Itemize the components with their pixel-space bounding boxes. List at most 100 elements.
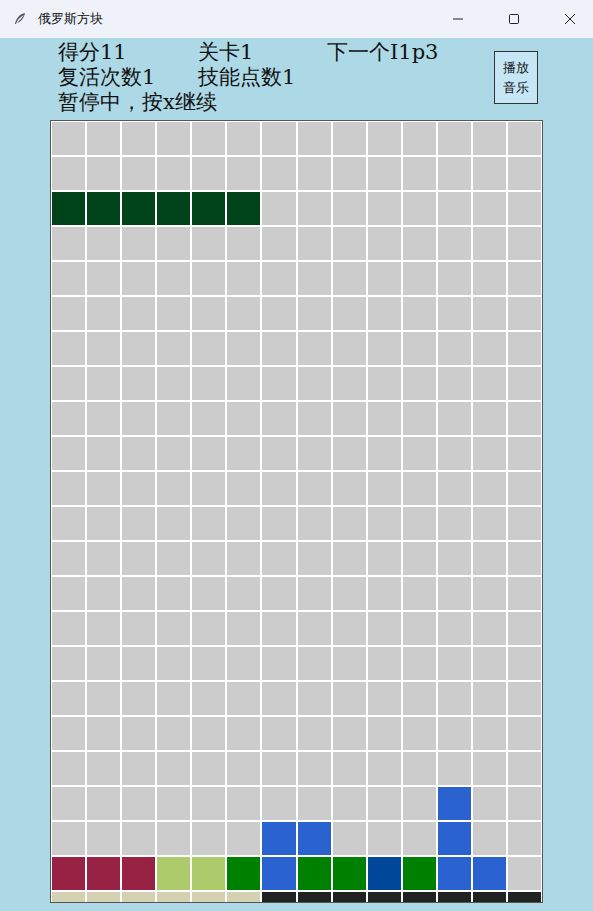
board-cell [333, 787, 366, 820]
board-cell [262, 437, 295, 470]
board-cell [192, 892, 225, 903]
board-cell [438, 297, 471, 330]
board-cell [438, 822, 471, 855]
board-cell [508, 892, 541, 903]
board-cell [52, 332, 85, 365]
board-cell [87, 157, 120, 190]
game-board [50, 120, 543, 903]
board-cell [508, 227, 541, 260]
board-cell [122, 647, 155, 680]
board-cell [192, 262, 225, 295]
board-cell [368, 332, 401, 365]
board-cell [298, 262, 331, 295]
board-cell [508, 332, 541, 365]
board-cell [298, 472, 331, 505]
board-cell [473, 402, 506, 435]
board-cell [508, 157, 541, 190]
board-cell [473, 717, 506, 750]
board-cell [298, 682, 331, 715]
board-cell [403, 682, 436, 715]
board-cell [157, 367, 190, 400]
board-cell [333, 472, 366, 505]
board-cell [403, 367, 436, 400]
board-cell [157, 787, 190, 820]
board-cell [473, 752, 506, 785]
board-cell [508, 507, 541, 540]
board-cell [52, 892, 85, 903]
board-cell [333, 507, 366, 540]
board-cell [403, 787, 436, 820]
board-cell [298, 367, 331, 400]
board-cell [438, 647, 471, 680]
board-cell [438, 402, 471, 435]
board-cell [122, 297, 155, 330]
board-cell [298, 402, 331, 435]
board-cell [438, 787, 471, 820]
board-cell [262, 892, 295, 903]
board-cell [508, 402, 541, 435]
board-cell [368, 192, 401, 225]
board-cell [122, 437, 155, 470]
close-button[interactable] [547, 0, 593, 38]
board-cell [87, 612, 120, 645]
board-cell [52, 647, 85, 680]
board-cell [368, 892, 401, 903]
maximize-button[interactable] [491, 0, 537, 38]
board-cell [438, 717, 471, 750]
board-cell [333, 822, 366, 855]
board-cell [333, 892, 366, 903]
board-cell [192, 682, 225, 715]
maximize-icon [508, 13, 520, 25]
board-cell [333, 332, 366, 365]
board-cell [262, 262, 295, 295]
board-cell [122, 262, 155, 295]
board-cell [227, 332, 260, 365]
board-cell [52, 192, 85, 225]
title-bar: 俄罗斯方块 [0, 0, 593, 38]
board-cell [298, 857, 331, 890]
board-cell [438, 192, 471, 225]
board-cell [122, 367, 155, 400]
board-cell [87, 472, 120, 505]
board-cell [333, 227, 366, 260]
board-cell [262, 507, 295, 540]
board-cell [368, 577, 401, 610]
board-cell [473, 647, 506, 680]
play-music-button[interactable]: 播放音乐 [494, 51, 538, 104]
board-cell [87, 752, 120, 785]
minimize-button[interactable] [435, 0, 481, 38]
board-cell [438, 122, 471, 155]
board-cell [508, 682, 541, 715]
board-cell [438, 612, 471, 645]
board-cell [403, 892, 436, 903]
board-cell [52, 122, 85, 155]
board-cell [87, 892, 120, 903]
board-cell [262, 612, 295, 645]
board-cell [508, 192, 541, 225]
board-cell [368, 402, 401, 435]
board-cell [403, 402, 436, 435]
board-cell [473, 367, 506, 400]
board-cell [298, 577, 331, 610]
board-cell [262, 332, 295, 365]
board-cell [403, 542, 436, 575]
board-cell [157, 122, 190, 155]
board-cell [473, 227, 506, 260]
board-cell [403, 857, 436, 890]
board-cell [473, 682, 506, 715]
board-cell [122, 122, 155, 155]
board-cell [403, 507, 436, 540]
board-cell [368, 612, 401, 645]
board-cell [368, 262, 401, 295]
board-cell [298, 822, 331, 855]
board-cell [87, 192, 120, 225]
board-cell [438, 507, 471, 540]
board-cell [192, 472, 225, 505]
board-cell [192, 437, 225, 470]
board-cell [122, 192, 155, 225]
board-cell [508, 717, 541, 750]
board-cell [192, 612, 225, 645]
board-cell [473, 857, 506, 890]
board-cell [157, 717, 190, 750]
board-cell [227, 157, 260, 190]
